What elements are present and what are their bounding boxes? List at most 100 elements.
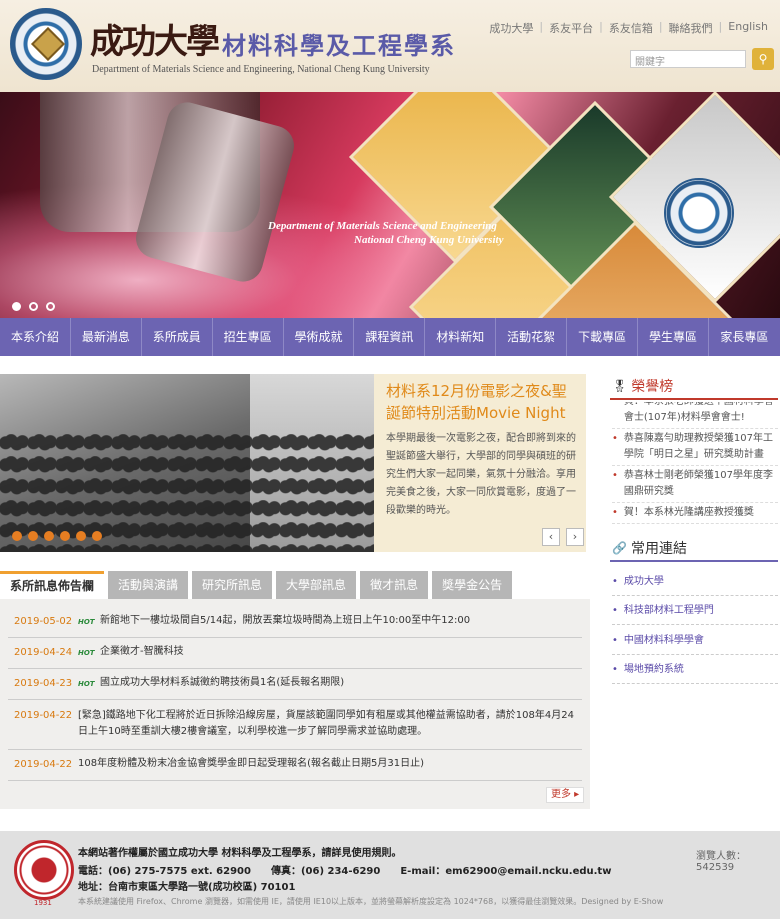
news-row[interactable]: 2019-04-24 HOT 企業徵才-智騰科技 — [8, 638, 582, 669]
link-label[interactable]: 中國材料科學學會 — [624, 635, 704, 646]
university-script-logo[interactable]: 成功大學 — [90, 14, 220, 63]
news-date: 2019-04-23 — [14, 678, 73, 689]
feature-dot-4[interactable] — [60, 531, 70, 541]
nav-students[interactable]: 學生專區 — [638, 318, 709, 356]
cube-icon — [31, 27, 65, 61]
nav-activities[interactable]: 活動花絮 — [496, 318, 568, 356]
news-title[interactable]: 企業徵才-智騰科技 — [100, 644, 184, 660]
news-title[interactable]: 新館地下一樓垃圾間自5/14起，開放丟棄垃圾時間為上班日上午10:00至中午12… — [100, 613, 470, 629]
bullet-icon: • — [612, 507, 618, 518]
medal-icon: 🎖 — [612, 379, 628, 393]
links-title: 常用連結 — [630, 541, 687, 557]
news-date: 2019-04-24 — [14, 647, 73, 658]
more-button[interactable]: 更多 ▸ — [546, 787, 585, 803]
news-row[interactable]: 2019-04-22 [緊急]鐵路地下化工程將於近日拆除沿線房屋，貨屋該範圍同學… — [8, 700, 582, 750]
bullet-icon: • — [612, 470, 618, 481]
footer-address: 地址：台南市東區大學路一號(成功校區) 70101 — [78, 882, 296, 893]
tab-scholarships[interactable]: 獎學金公告 — [432, 571, 513, 599]
feature-next-button[interactable]: › — [566, 528, 584, 546]
honor-item[interactable]: • 恭喜陳嘉勻助理教授榮獲107年工學院「明日之星」研究獎助計畫 — [612, 429, 778, 466]
department-name-cn[interactable]: 材料科學及工程學系 — [222, 26, 456, 61]
feature-photo[interactable] — [0, 374, 374, 552]
honor-divider — [610, 398, 778, 400]
nav-downloads[interactable]: 下載專區 — [567, 318, 639, 356]
nav-courses[interactable]: 課程資訊 — [354, 318, 426, 356]
feature-prev-button[interactable]: ‹ — [542, 528, 560, 546]
hero-title-line1: Department of Materials Science and Engi… — [268, 220, 497, 232]
nav-about[interactable]: 本系介紹 — [0, 318, 71, 356]
bullet-icon: • — [612, 402, 618, 426]
hero-banner: Department of Materials Science and Engi… — [0, 92, 780, 318]
honor-item[interactable]: •賀：本系張老師獲選中國材料學會會士(107年)材料學會會士! — [612, 402, 778, 429]
tab-events[interactable]: 活動與演講 — [108, 571, 189, 599]
bullet-icon: • — [612, 433, 618, 444]
top-link-alumni-mail[interactable]: 系友信箱 — [603, 20, 659, 36]
feature-dot-2[interactable] — [28, 531, 38, 541]
news-row[interactable]: 2019-04-22 108年度粉體及粉末冶金協會獎學金即日起受理報名(報名截止… — [8, 750, 582, 781]
link-label[interactable]: 科技部材料工程學門 — [624, 605, 714, 616]
news-row[interactable]: 2019-05-02 HOT 新館地下一樓垃圾間自5/14起，開放丟棄垃圾時間為… — [8, 607, 582, 638]
news-title[interactable]: 108年度粉體及粉末冶金協會獎學金即日起受理報名(報名截止日期5月31日止) — [78, 756, 424, 772]
main-nav: 本系介紹 最新消息 系所成員 招生專區 學術成就 課程資訊 材料新知 活動花絮 … — [0, 318, 780, 356]
top-link-ncku[interactable]: 成功大學 — [483, 20, 539, 36]
link-label[interactable]: 成功大學 — [624, 576, 664, 587]
hero-dot-2[interactable] — [29, 302, 38, 311]
news-date: 2019-05-02 — [14, 616, 73, 627]
nav-members[interactable]: 系所成員 — [142, 318, 213, 356]
link-item[interactable]: • 中國材料科學學會 — [612, 631, 778, 655]
feature-dot-6[interactable] — [92, 531, 102, 541]
nav-materials-news[interactable]: 材料新知 — [425, 318, 497, 356]
feature-dot-1[interactable] — [12, 531, 22, 541]
news-panel: 2019-05-02 HOT 新館地下一樓垃圾間自5/14起，開放丟棄垃圾時間為… — [0, 599, 590, 809]
university-seal-icon — [14, 840, 74, 900]
feature-dot-5[interactable] — [76, 531, 86, 541]
news-title[interactable]: [緊急]鐵路地下化工程將於近日拆除沿線房屋，貨屋該範圍同學如有租屋或其他權益需協… — [78, 708, 578, 740]
bullet-icon: • — [612, 635, 618, 646]
top-link-english[interactable]: English — [722, 20, 774, 36]
news-row[interactable]: 2019-04-23 HOT 國立成功大學材料系誠徵約聘技術員1名(延長報名期限… — [8, 669, 582, 700]
top-link-alumni-platform[interactable]: 系友平台 — [543, 20, 599, 36]
honor-item-text: 恭喜林士剛老師榮獲107學年度李國鼎研究獎 — [623, 470, 773, 497]
feature-dot-3[interactable] — [44, 531, 54, 541]
footer-browser-note: 本系統建議使用 Firefox、Chrome 瀏覽器，如需使用 IE，請使用 I… — [78, 897, 664, 906]
honor-item[interactable]: • 恭喜林士剛老師榮獲107學年度李國鼎研究獎 — [612, 466, 778, 503]
top-link-contact[interactable]: 聯絡我們 — [663, 20, 719, 36]
honor-item-text: 恭喜陳嘉勻助理教授榮獲107年工學院「明日之星」研究獎助計畫 — [623, 433, 773, 460]
feature-slide-dots — [12, 531, 102, 541]
department-logo[interactable] — [10, 8, 82, 80]
tab-undergraduate[interactable]: 大學部訊息 — [276, 571, 357, 599]
search-input[interactable]: 關鍵字 — [630, 50, 746, 68]
hero-department-logo — [664, 178, 734, 248]
hero-dot-1[interactable] — [12, 302, 21, 311]
feature-title[interactable]: 材料系12月份電影之夜&聖誕節特別活動Movie Night — [386, 380, 578, 424]
nav-admissions[interactable]: 招生專區 — [213, 318, 284, 356]
hero-title-line2: National Cheng Kung University — [354, 234, 504, 246]
links-heading: 🔗 常用連結 — [612, 538, 687, 558]
footer-contact: 電話：(06) 275-7575 ext. 62900 傳真：(06) 234-… — [78, 866, 612, 877]
search-icon[interactable]: ⚲ — [752, 48, 774, 70]
seal-year: 1931 — [34, 899, 52, 907]
footer-copyright: 本網站著作權屬於國立成功大學 材料科學及工程學系，請詳見使用規則。 — [78, 848, 402, 859]
link-label[interactable]: 場地預約系統 — [624, 664, 684, 675]
feature-body: 本學期最後一次電影之夜，配合即將到來的聖誕節盛大舉行，大學部的同學與碩班的研究生… — [386, 433, 576, 516]
news-title[interactable]: 國立成功大學材料系誠徵約聘技術員1名(延長報名期限) — [100, 675, 344, 691]
tab-department-news[interactable]: 系所訊息佈告欄 — [0, 571, 105, 599]
hero-dot-3[interactable] — [46, 302, 55, 311]
honor-item-text: 賀：本系張老師獲選中國材料學會會士(107年)材料學會會士! — [623, 402, 774, 423]
news-date: 2019-04-22 — [14, 710, 73, 721]
department-name-en: Department of Materials Science and Engi… — [92, 64, 430, 75]
hot-badge: HOT — [78, 680, 95, 688]
link-item[interactable]: • 成功大學 — [612, 572, 778, 596]
link-item[interactable]: • 場地預約系統 — [612, 660, 778, 684]
hot-badge: HOT — [78, 649, 95, 657]
bullet-icon: • — [612, 576, 618, 587]
honor-item[interactable]: • 賀！本系林光隆講座教授獲獎 — [612, 503, 778, 524]
nav-research[interactable]: 學術成就 — [284, 318, 355, 356]
link-item[interactable]: • 科技部材料工程學門 — [612, 601, 778, 625]
tab-jobs[interactable]: 徵才訊息 — [360, 571, 429, 599]
honor-list: •賀：本系張老師獲選中國材料學會會士(107年)材料學會會士! •恭喜陳嘉勻助理… — [612, 402, 778, 526]
news-date: 2019-04-22 — [14, 759, 73, 770]
tab-graduate[interactable]: 研究所訊息 — [192, 571, 273, 599]
nav-parents[interactable]: 家長專區 — [709, 318, 780, 356]
nav-news[interactable]: 最新消息 — [71, 318, 142, 356]
